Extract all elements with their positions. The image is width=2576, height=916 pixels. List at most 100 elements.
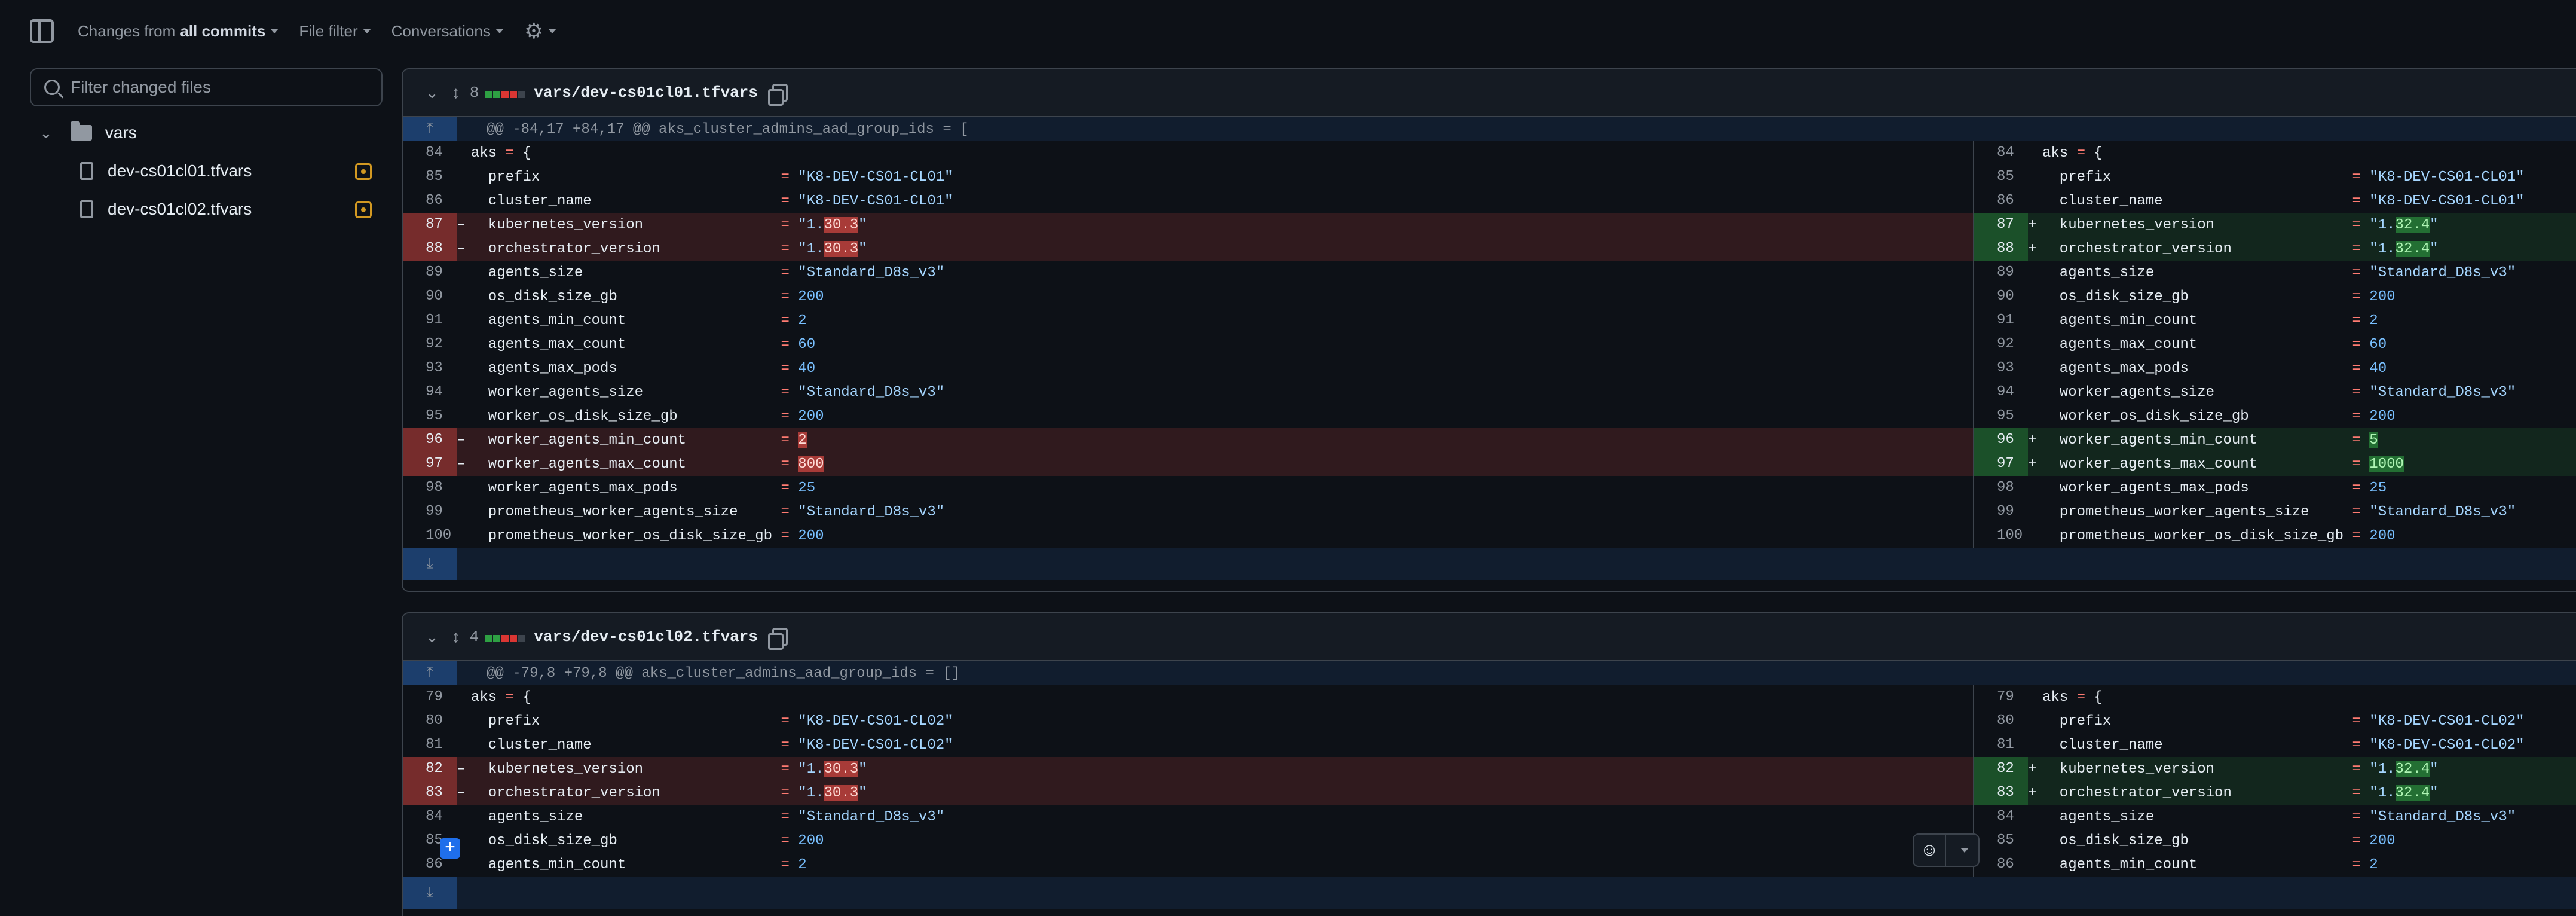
changes-from-dropdown[interactable]: Changes from all commits <box>78 22 279 41</box>
line-number[interactable]: 90 <box>1974 285 2028 309</box>
file-filter-dropdown[interactable]: File filter <box>299 22 371 41</box>
new-line: 88 + orchestrator_version = "1.32.4" <box>1973 237 2576 261</box>
tree-file-2[interactable]: dev-cs01cl02.tfvars <box>80 200 252 219</box>
line-number[interactable]: 98 <box>1974 476 2028 500</box>
code-text: os_disk_size_gb = 200 <box>471 288 824 305</box>
new-line: 94 worker_agents_size = "Standard_D8s_v3… <box>1973 380 2576 404</box>
new-line: 85 prefix = "K8-DEV-CS01-CL01" <box>1973 165 2576 189</box>
code-text: orchestrator_version = "1.32.4" <box>2042 784 2439 801</box>
add-comment-button[interactable]: + <box>440 838 460 859</box>
diffstat-bars <box>485 628 527 646</box>
expand-down-icon[interactable]: ⤓ <box>403 877 457 909</box>
settings-dropdown[interactable]: ⚙ <box>524 20 557 42</box>
line-number[interactable]: 81 <box>403 733 457 757</box>
line-number[interactable]: 81 <box>1974 733 2028 757</box>
line-number[interactable]: 80 <box>403 709 457 733</box>
line-number[interactable]: 87 <box>1974 213 2028 237</box>
code-text: worker_agents_max_pods = 25 <box>2042 480 2387 496</box>
line-number[interactable]: 100 <box>1974 524 2028 548</box>
line-number[interactable]: 93 <box>1974 356 2028 380</box>
line-number[interactable]: 84 <box>1974 141 2028 165</box>
filter-files-input[interactable] <box>71 78 369 97</box>
line-number[interactable]: 94 <box>403 380 457 404</box>
line-number[interactable]: 85 <box>1974 829 2028 853</box>
line-number[interactable]: 89 <box>403 261 457 285</box>
line-number[interactable]: 93 <box>403 356 457 380</box>
tree-folder-vars[interactable]: ⌄ vars <box>39 121 137 142</box>
line-number[interactable]: 92 <box>403 332 457 356</box>
old-line: 82– kubernetes_version = "1.30.3" <box>403 757 1973 781</box>
code-text: worker_os_disk_size_gb = 200 <box>471 408 824 425</box>
line-number[interactable]: 94 <box>1974 380 2028 404</box>
line-number[interactable]: 97 <box>403 452 457 476</box>
line-number[interactable]: 83 <box>1974 781 2028 805</box>
expand-up-icon[interactable]: ⤒ <box>403 117 457 141</box>
conversations-dropdown[interactable]: Conversations <box>391 22 504 41</box>
old-line: 85 prefix = "K8-DEV-CS01-CL01" <box>403 165 1973 189</box>
line-number[interactable]: 91 <box>403 309 457 332</box>
chevron-down-icon[interactable] <box>1946 848 1978 853</box>
code-text: cluster_name = "K8-DEV-CS01-CL02" <box>471 737 953 753</box>
line-number[interactable]: 100 <box>403 524 457 548</box>
tree-file-1[interactable]: dev-cs01cl01.tfvars <box>80 161 252 181</box>
old-line: 81 cluster_name = "K8-DEV-CS01-CL02" <box>403 733 1973 757</box>
line-number[interactable]: 89 <box>1974 261 2028 285</box>
line-number[interactable]: 79 <box>403 685 457 709</box>
line-number[interactable]: 82 <box>1974 757 2028 781</box>
copilot-button[interactable]: ☺ <box>1913 833 1980 867</box>
line-number[interactable]: 84 <box>403 141 457 165</box>
line-number[interactable]: 88 <box>403 237 457 261</box>
line-number[interactable]: 84 <box>1974 805 2028 829</box>
line-number[interactable]: 82 <box>403 757 457 781</box>
expand-all-icon[interactable]: ↕ <box>452 627 460 646</box>
file-path[interactable]: vars/dev-cs01cl02.tfvars <box>534 628 757 646</box>
line-number[interactable]: 90 <box>403 285 457 309</box>
line-number[interactable]: 95 <box>1974 404 2028 428</box>
search-icon <box>44 80 60 95</box>
line-number[interactable]: 84 <box>403 805 457 829</box>
old-line: 93 agents_max_pods = 40 <box>403 356 1973 380</box>
line-number[interactable]: 80 <box>1974 709 2028 733</box>
line-number[interactable]: 96 <box>403 428 457 452</box>
code-text: aks = { <box>471 145 531 161</box>
line-number[interactable]: 88 <box>1974 237 2028 261</box>
file-path[interactable]: vars/dev-cs01cl01.tfvars <box>534 84 757 102</box>
expand-up-icon[interactable]: ⤒ <box>403 661 457 685</box>
expand-all-icon[interactable]: ↕ <box>452 83 460 102</box>
line-number[interactable]: 86 <box>1974 853 2028 877</box>
filter-files-field[interactable] <box>30 68 383 106</box>
diff-row: 96– worker_agents_min_count = 2 96 + worke… <box>403 428 2576 452</box>
folder-icon <box>70 121 92 141</box>
line-number[interactable]: 86 <box>1974 189 2028 213</box>
line-number[interactable]: 99 <box>1974 500 2028 524</box>
hunk-text: @@ -84,17 +84,17 @@ aks_cluster_admins_a… <box>487 121 969 138</box>
old-line: 86 cluster_name = "K8-DEV-CS01-CL01" <box>403 189 1973 213</box>
line-number[interactable]: 83 <box>403 781 457 805</box>
line-number[interactable]: 99 <box>403 500 457 524</box>
code-text: prometheus_worker_os_disk_size_gb = 200 <box>2042 527 2396 544</box>
code-text: cluster_name = "K8-DEV-CS01-CL01" <box>2042 193 2525 209</box>
line-number[interactable]: 86 <box>403 189 457 213</box>
diff-row: 95 worker_os_disk_size_gb = 200 95 worker… <box>403 404 2576 428</box>
line-number[interactable]: 97 <box>1974 452 2028 476</box>
collapse-chevron-icon[interactable]: ⌄ <box>426 84 439 102</box>
copy-icon[interactable] <box>767 84 788 106</box>
line-number[interactable]: 95 <box>403 404 457 428</box>
old-line: 100 prometheus_worker_os_disk_size_gb = … <box>403 524 1973 548</box>
line-number[interactable]: 96 <box>1974 428 2028 452</box>
line-number[interactable]: 92 <box>1974 332 2028 356</box>
line-number[interactable]: 91 <box>1974 309 2028 332</box>
copilot-icon: ☺ <box>1914 835 1947 866</box>
copy-icon[interactable] <box>767 628 788 650</box>
new-line: 84 agents_size = "Standard_D8s_v3" <box>1973 805 2576 829</box>
expand-down-icon[interactable]: ⤓ <box>403 548 457 580</box>
line-number[interactable]: 87 <box>403 213 457 237</box>
sidebar-toggle-icon[interactable] <box>30 19 54 43</box>
line-number[interactable]: 85 <box>403 165 457 189</box>
line-number[interactable]: 98 <box>403 476 457 500</box>
code-text: prefix = "K8-DEV-CS01-CL01" <box>2042 169 2525 185</box>
diff-row: 85 os_disk_size_gb = 200 85 os_disk_size_… <box>403 829 2576 853</box>
collapse-chevron-icon[interactable]: ⌄ <box>426 628 439 646</box>
line-number[interactable]: 85 <box>1974 165 2028 189</box>
line-number[interactable]: 79 <box>1974 685 2028 709</box>
